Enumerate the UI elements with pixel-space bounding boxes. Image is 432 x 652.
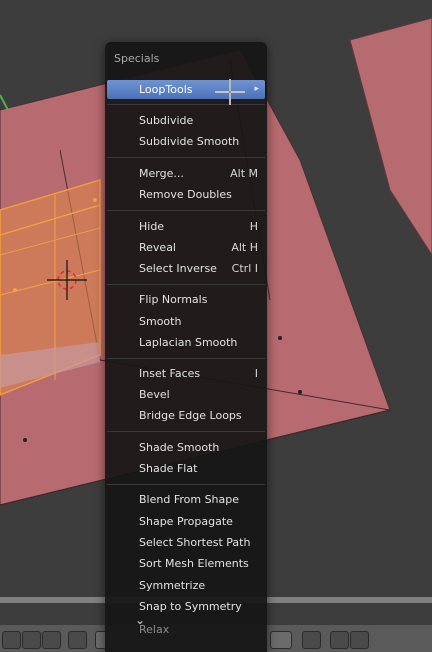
menu-item-label: Select Shortest Path: [139, 536, 251, 549]
menu-item-inset-faces[interactable]: Inset Faces I: [107, 364, 265, 383]
menu-separator: [107, 358, 265, 359]
menu-item-subdivide[interactable]: Subdivide: [107, 111, 265, 130]
menu-item-label: Bridge Edge Loops: [139, 409, 242, 422]
menu-item-relax[interactable]: Relax: [107, 620, 265, 639]
menu-item-select-inverse[interactable]: Select Inverse Ctrl I: [107, 259, 265, 278]
menu-item-label: Symmetrize: [139, 579, 206, 592]
menu-separator: [107, 284, 265, 285]
menu-item-shortcut: Ctrl I: [231, 262, 258, 275]
menu-separator: [107, 210, 265, 211]
menu-item-smooth[interactable]: Smooth: [107, 312, 265, 331]
snap-icon[interactable]: [302, 631, 321, 649]
menu-item-snap-to-symmetry[interactable]: Snap to Symmetry: [107, 597, 265, 616]
menu-item-sort-mesh-elements[interactable]: Sort Mesh Elements: [107, 554, 265, 573]
menu-item-label: Blend From Shape: [139, 493, 240, 506]
cursor-crosshair-icon: [215, 79, 245, 105]
menu-item-bevel[interactable]: Bevel: [107, 385, 265, 404]
menu-separator: [107, 484, 265, 485]
menu-item-shortcut: H: [249, 220, 258, 233]
camera-icon[interactable]: [350, 631, 369, 649]
menu-item-label: Sort Mesh Elements: [139, 557, 249, 570]
render-icon[interactable]: [330, 631, 349, 649]
menu-item-hide[interactable]: Hide H: [107, 217, 265, 236]
menu-item-label: Inset Faces: [139, 367, 201, 380]
submenu-arrow-icon: ▸: [254, 84, 259, 94]
menu-item-remove-doubles[interactable]: Remove Doubles: [107, 185, 265, 204]
menu-item-label: Flip Normals: [139, 293, 208, 306]
menu-item-merge[interactable]: Merge... Alt M: [107, 164, 265, 183]
menu-item-label: Shade Flat: [139, 462, 198, 475]
menu-item-label: Shape Propagate: [139, 515, 233, 528]
menu-item-reveal[interactable]: Reveal Alt H: [107, 238, 265, 257]
menu-item-bridge-edge-loops[interactable]: Bridge Edge Loops: [107, 406, 265, 425]
menu-item-shade-flat[interactable]: Shade Flat: [107, 459, 265, 478]
menu-item-label: Smooth: [139, 315, 182, 328]
menu-item-label: LoopTools: [139, 83, 193, 96]
menu-item-label: Snap to Symmetry: [139, 600, 242, 613]
menu-item-shade-smooth[interactable]: Shade Smooth: [107, 438, 265, 457]
menu-item-blend-from-shape[interactable]: Blend From Shape: [107, 490, 265, 509]
menu-item-subdivide-smooth[interactable]: Subdivide Smooth: [107, 132, 265, 151]
menu-separator: [107, 157, 265, 158]
menu-item-select-shortest-path[interactable]: Select Shortest Path: [107, 533, 265, 552]
menu-item-label: Subdivide Smooth: [139, 135, 240, 148]
menu-item-shortcut: Alt M: [230, 167, 258, 180]
menu-item-label: Select Inverse: [139, 262, 217, 275]
menu-item-shape-propagate[interactable]: Shape Propagate: [107, 512, 265, 531]
menu-item-label: Reveal: [139, 241, 176, 254]
specials-menu: Specials LoopTools ▸ Subdivide Subdivide…: [105, 42, 267, 652]
pivot-icon[interactable]: [68, 631, 87, 649]
menu-item-label: Subdivide: [139, 114, 194, 127]
view-icon[interactable]: [22, 631, 41, 649]
menu-separator: [107, 431, 265, 432]
menu-item-laplacian-smooth[interactable]: Laplacian Smooth: [107, 333, 265, 352]
mode-icon[interactable]: [2, 631, 21, 649]
menu-item-symmetrize[interactable]: Symmetrize: [107, 576, 265, 595]
shading-icon[interactable]: [42, 631, 61, 649]
menu-item-label: Remove Doubles: [139, 188, 232, 201]
menu-title: Specials: [114, 52, 160, 65]
menu-item-shortcut: I: [254, 367, 258, 380]
menu-item-label: Hide: [139, 220, 165, 233]
menu-item-label: Shade Smooth: [139, 441, 220, 454]
menu-item-label: Relax: [139, 623, 170, 636]
menu-item-label: Merge...: [139, 167, 184, 180]
layer-icon[interactable]: [270, 631, 292, 649]
menu-item-flip-normals[interactable]: Flip Normals: [107, 290, 265, 309]
menu-item-shortcut: Alt H: [231, 241, 258, 254]
menu-item-label: Bevel: [139, 388, 170, 401]
menu-item-label: Laplacian Smooth: [139, 336, 238, 349]
